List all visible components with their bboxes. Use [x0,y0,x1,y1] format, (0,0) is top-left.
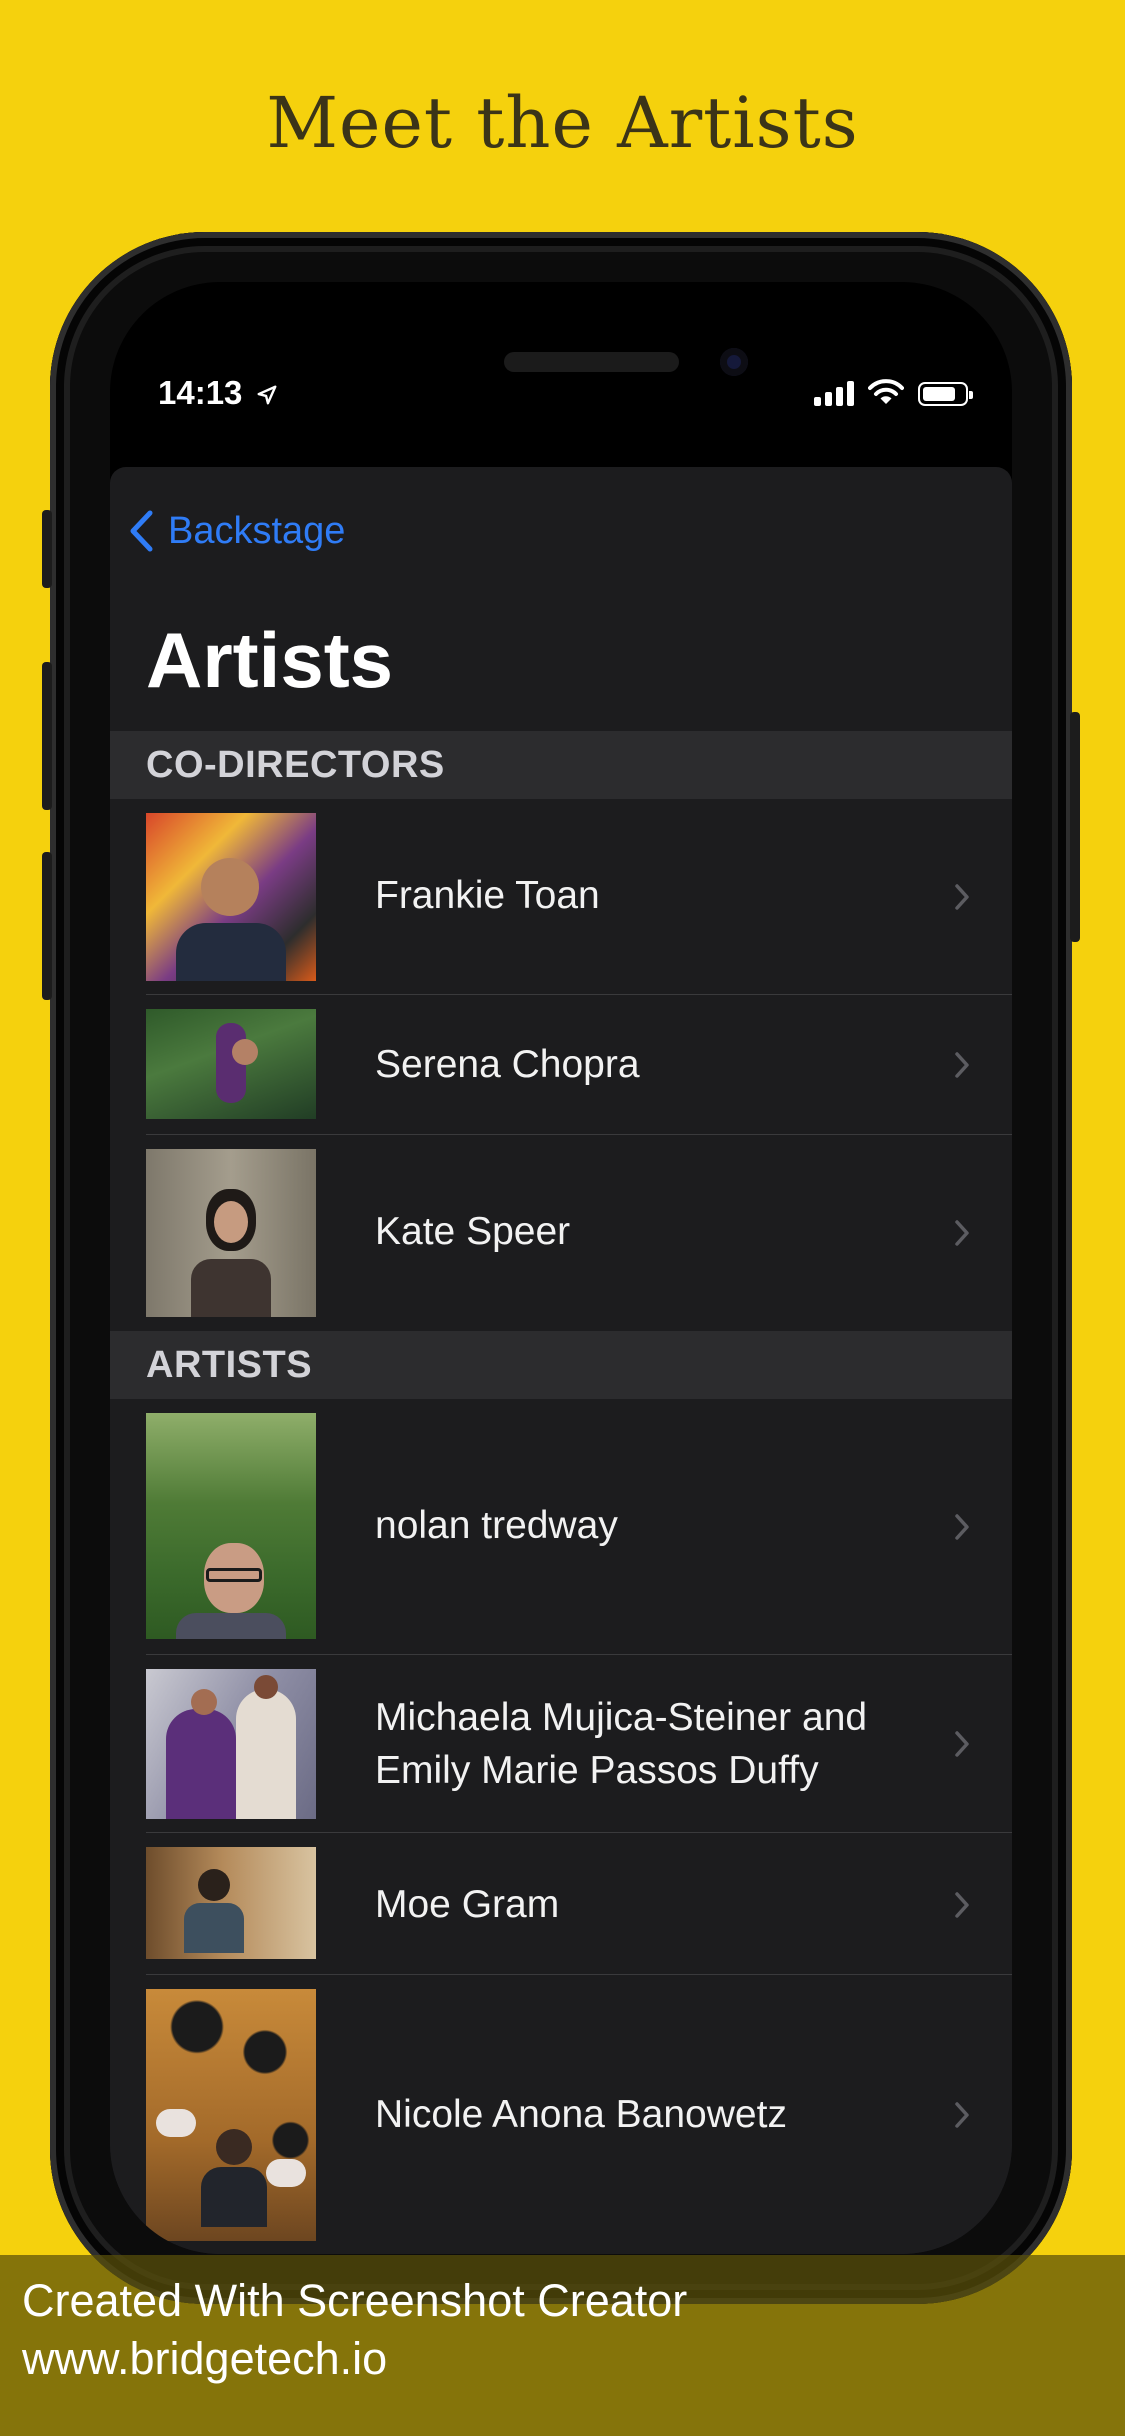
battery-icon [918,382,973,406]
artist-photo [146,1989,316,2241]
volume-down-button [42,852,52,1000]
artist-name: Kate Speer [375,1210,571,1253]
back-button-label: Backstage [168,509,346,552]
list-item[interactable]: Nicole Anona Banowetz [110,1975,1012,2254]
volume-up-button [42,662,52,810]
watermark-footer: Created With Screenshot Creator www.brid… [0,2255,1125,2436]
front-camera [720,348,748,376]
list-item[interactable]: nolan tredway [110,1399,1012,1655]
chevron-right-icon [955,1220,969,1246]
mute-switch [42,510,52,588]
section-header-artists: ARTISTS [110,1331,1012,1399]
artist-photo [146,813,316,981]
status-time-text: 14:13 [158,374,243,411]
page-headline: Meet the Artists [266,82,859,164]
list-item[interactable]: Serena Chopra [110,995,1012,1135]
status-icons [814,376,973,406]
chevron-right-icon [955,1731,969,1757]
power-button [1070,712,1080,942]
list-item[interactable]: Moe Gram [110,1833,1012,1975]
artist-photo [146,1669,316,1819]
chevron-left-icon [130,510,153,552]
chevron-right-icon [955,884,969,910]
artist-name: Moe Gram [375,1883,560,1926]
artist-photo [146,1149,316,1317]
artist-name: Nicole Anona Banowetz [375,2093,787,2136]
phone-screen: 14:13 Backstage Artists CO-DIRECTORS Fra… [110,282,1012,2254]
artist-photo [146,1009,316,1119]
list-item[interactable]: Frankie Toan [110,799,1012,995]
status-time: 14:13 [158,374,278,412]
chevron-right-icon [955,1052,969,1078]
cellular-signal-icon [814,380,854,406]
list-item[interactable]: Michaela Mujica-Steiner and Emily Marie … [110,1655,1012,1833]
footer-line-2: www.bridgetech.io [22,2333,388,2384]
list-item[interactable]: Kate Speer [110,1135,1012,1331]
page-title: Artists [146,616,394,704]
phone-frame: 14:13 Backstage Artists CO-DIRECTORS Fra… [42,232,1080,2304]
section-header-co-directors: CO-DIRECTORS [110,731,1012,799]
footer-line-1: Created With Screenshot Creator [22,2275,688,2326]
artist-photo [146,1847,316,1959]
artist-name: nolan tredway [375,1504,618,1547]
artist-photo [146,1413,316,1639]
artist-name: Serena Chopra [375,1043,640,1086]
artist-name: Frankie Toan [375,874,600,917]
chevron-right-icon [955,1892,969,1918]
artists-screen: Backstage Artists CO-DIRECTORS Frankie T… [110,467,1012,2254]
chevron-right-icon [955,1514,969,1540]
wifi-icon [868,379,904,404]
back-button[interactable]: Backstage [128,509,345,553]
location-arrow-icon [257,385,277,405]
chevron-right-icon [955,2102,969,2128]
earpiece-speaker [504,352,679,372]
artist-name: Michaela Mujica-Steiner and Emily Marie … [375,1696,868,1792]
